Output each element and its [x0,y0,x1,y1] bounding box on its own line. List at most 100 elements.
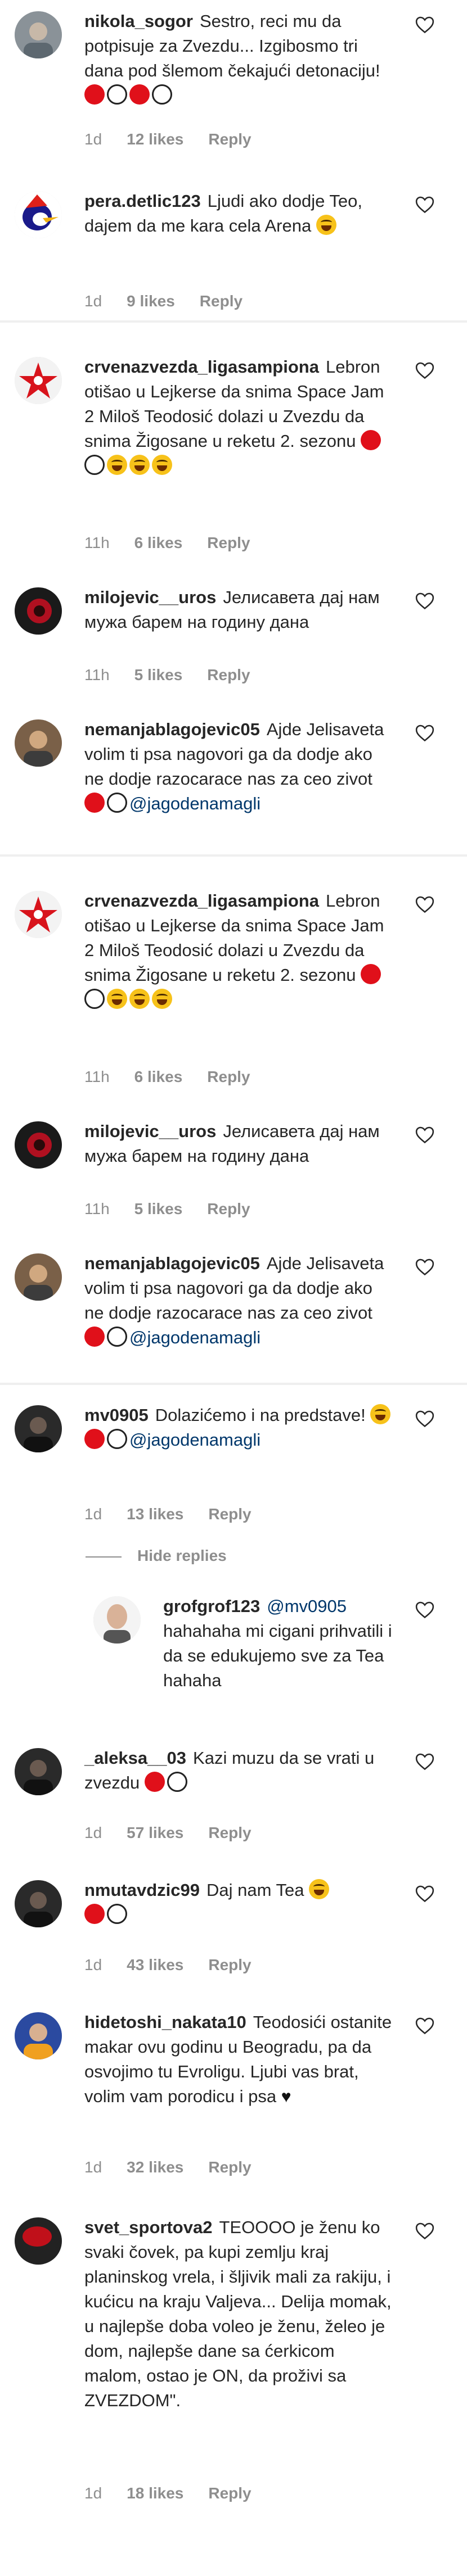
red-circle-emoji [361,964,381,984]
white-circle-emoji [84,455,105,475]
comment-meta: 11h 5 likes Reply [84,1200,275,1218]
like-heart-icon[interactable] [415,895,434,913]
timestamp: 1d [84,1824,102,1841]
comment-text: pera.detlic123 Ljudi ako dodje Teo, dajem… [84,189,394,238]
timestamp: 1d [84,292,102,310]
white-circle-emoji [107,1429,127,1449]
username-link[interactable]: grofgrof123 [163,1596,260,1616]
likes-count[interactable]: 32 likes [127,2158,183,2176]
username-link[interactable]: crvenazvezda_ligasampiona [84,357,319,377]
reply-button[interactable]: Reply [208,1956,251,1973]
reply-button[interactable]: Reply [207,666,250,683]
username-link[interactable]: hidetoshi_nakata10 [84,2012,246,2032]
username-link[interactable]: milojevic__uros [84,1121,216,1141]
hide-replies-label: Hide replies [137,1547,227,1564]
white-circle-emoji [167,1772,187,1792]
username-link[interactable]: nemanjablagojevic05 [84,719,260,739]
likes-count[interactable]: 18 likes [127,2484,183,2502]
white-circle-emoji [84,989,105,1009]
reply-button[interactable]: Reply [208,130,251,148]
like-heart-icon[interactable] [415,361,434,379]
face-circle-emoji [129,989,150,1009]
likes-count[interactable]: 5 likes [134,666,183,683]
avatar[interactable] [15,1253,62,1301]
reply-button[interactable]: Reply [207,1068,250,1085]
reply-button[interactable]: Reply [200,292,243,310]
avatar[interactable] [15,2217,62,2265]
reply-button[interactable]: Reply [208,1505,251,1523]
username-link[interactable]: nmutavdzic99 [84,1880,200,1900]
comment-meta: 11h 6 likes Reply [84,1068,275,1086]
like-heart-icon[interactable] [415,196,434,214]
comment-text: nemanjablagojevic05 Ajde Jelisaveta volim… [84,717,394,816]
username-link[interactable]: _aleksa__03 [84,1748,186,1768]
mention-link[interactable]: @jagodenamagli [129,794,261,813]
like-heart-icon[interactable] [415,1753,434,1771]
avatar[interactable] [93,1596,141,1644]
avatar[interactable] [15,11,62,58]
avatar[interactable] [15,1748,62,1795]
comment-meta: 1d 9 likes Reply [84,292,267,310]
avatar[interactable] [15,587,62,635]
avatar[interactable] [15,191,62,238]
comment-text: crvenazvezda_ligasampiona Lebron otišao u… [84,889,394,1012]
username-link[interactable]: pera.detlic123 [84,191,201,211]
like-heart-icon[interactable] [415,1258,434,1276]
likes-count[interactable]: 13 likes [127,1505,183,1523]
avatar[interactable] [15,2012,62,2059]
comment-text: milojevic__uros Јелисавета дај нам мужа б… [84,585,394,635]
face-circle-emoji [129,455,150,475]
comment-meta: 1d 43 likes Reply [84,1956,276,1974]
mention-link[interactable]: @mv0905 [267,1596,347,1616]
like-heart-icon[interactable] [415,1601,434,1619]
hide-replies-button[interactable]: Hide replies [86,1547,227,1565]
likes-count[interactable]: 6 likes [134,1068,183,1085]
reply-button[interactable]: Reply [208,2158,251,2176]
likes-count[interactable]: 12 likes [127,130,183,148]
comment-text: nikola_sogor Sestro, reci mu da potpisuje… [84,9,394,108]
mention-link[interactable]: @jagodenamagli [129,1328,261,1347]
timestamp: 11h [84,666,110,683]
avatar[interactable] [15,719,62,767]
reply-button[interactable]: Reply [208,2484,251,2502]
reply-button[interactable]: Reply [207,1200,250,1217]
username-link[interactable]: mv0905 [84,1405,149,1425]
avatar[interactable] [15,1880,62,1927]
comment-text: crvenazvezda_ligasampiona Lebron otišao u… [84,355,394,478]
username-link[interactable]: svet_sportova2 [84,2217,212,2237]
white-circle-emoji [107,84,127,105]
like-heart-icon[interactable] [415,592,434,610]
like-heart-icon[interactable] [415,2017,434,2035]
like-heart-icon[interactable] [415,724,434,742]
reply-button[interactable]: Reply [208,1824,251,1841]
like-heart-icon[interactable] [415,1885,434,1903]
like-heart-icon[interactable] [415,16,434,34]
likes-count[interactable]: 6 likes [134,534,183,551]
face-circle-emoji [309,1879,330,1899]
likes-count[interactable]: 9 likes [127,292,175,310]
avatar[interactable] [15,891,62,938]
likes-count[interactable]: 57 likes [127,1824,183,1841]
likes-count[interactable]: 43 likes [127,1956,183,1973]
username-link[interactable]: milojevic__uros [84,587,216,607]
like-heart-icon[interactable] [415,1410,434,1428]
comment-body: hahahaha mi cigani prihvatili i da se ed… [163,1621,392,1690]
comment-meta: 1d 18 likes Reply [84,2484,276,2502]
avatar[interactable] [15,357,62,404]
username-link[interactable]: nemanjablagojevic05 [84,1253,260,1273]
avatar[interactable] [15,1121,62,1169]
timestamp: 1d [84,130,102,148]
section-divider [0,320,467,323]
white-circle-emoji [107,1904,127,1924]
comment-body: Daj nam Tea [206,1880,304,1900]
reply-button[interactable]: Reply [207,534,250,551]
like-heart-icon[interactable] [415,1126,434,1144]
white-circle-emoji [107,1327,127,1347]
avatar[interactable] [15,1405,62,1452]
heart-emoji: ♥ [281,2088,291,2106]
username-link[interactable]: crvenazvezda_ligasampiona [84,891,319,911]
like-heart-icon[interactable] [415,2222,434,2240]
likes-count[interactable]: 5 likes [134,1200,183,1217]
username-link[interactable]: nikola_sogor [84,11,193,31]
mention-link[interactable]: @jagodenamagli [129,1430,261,1450]
